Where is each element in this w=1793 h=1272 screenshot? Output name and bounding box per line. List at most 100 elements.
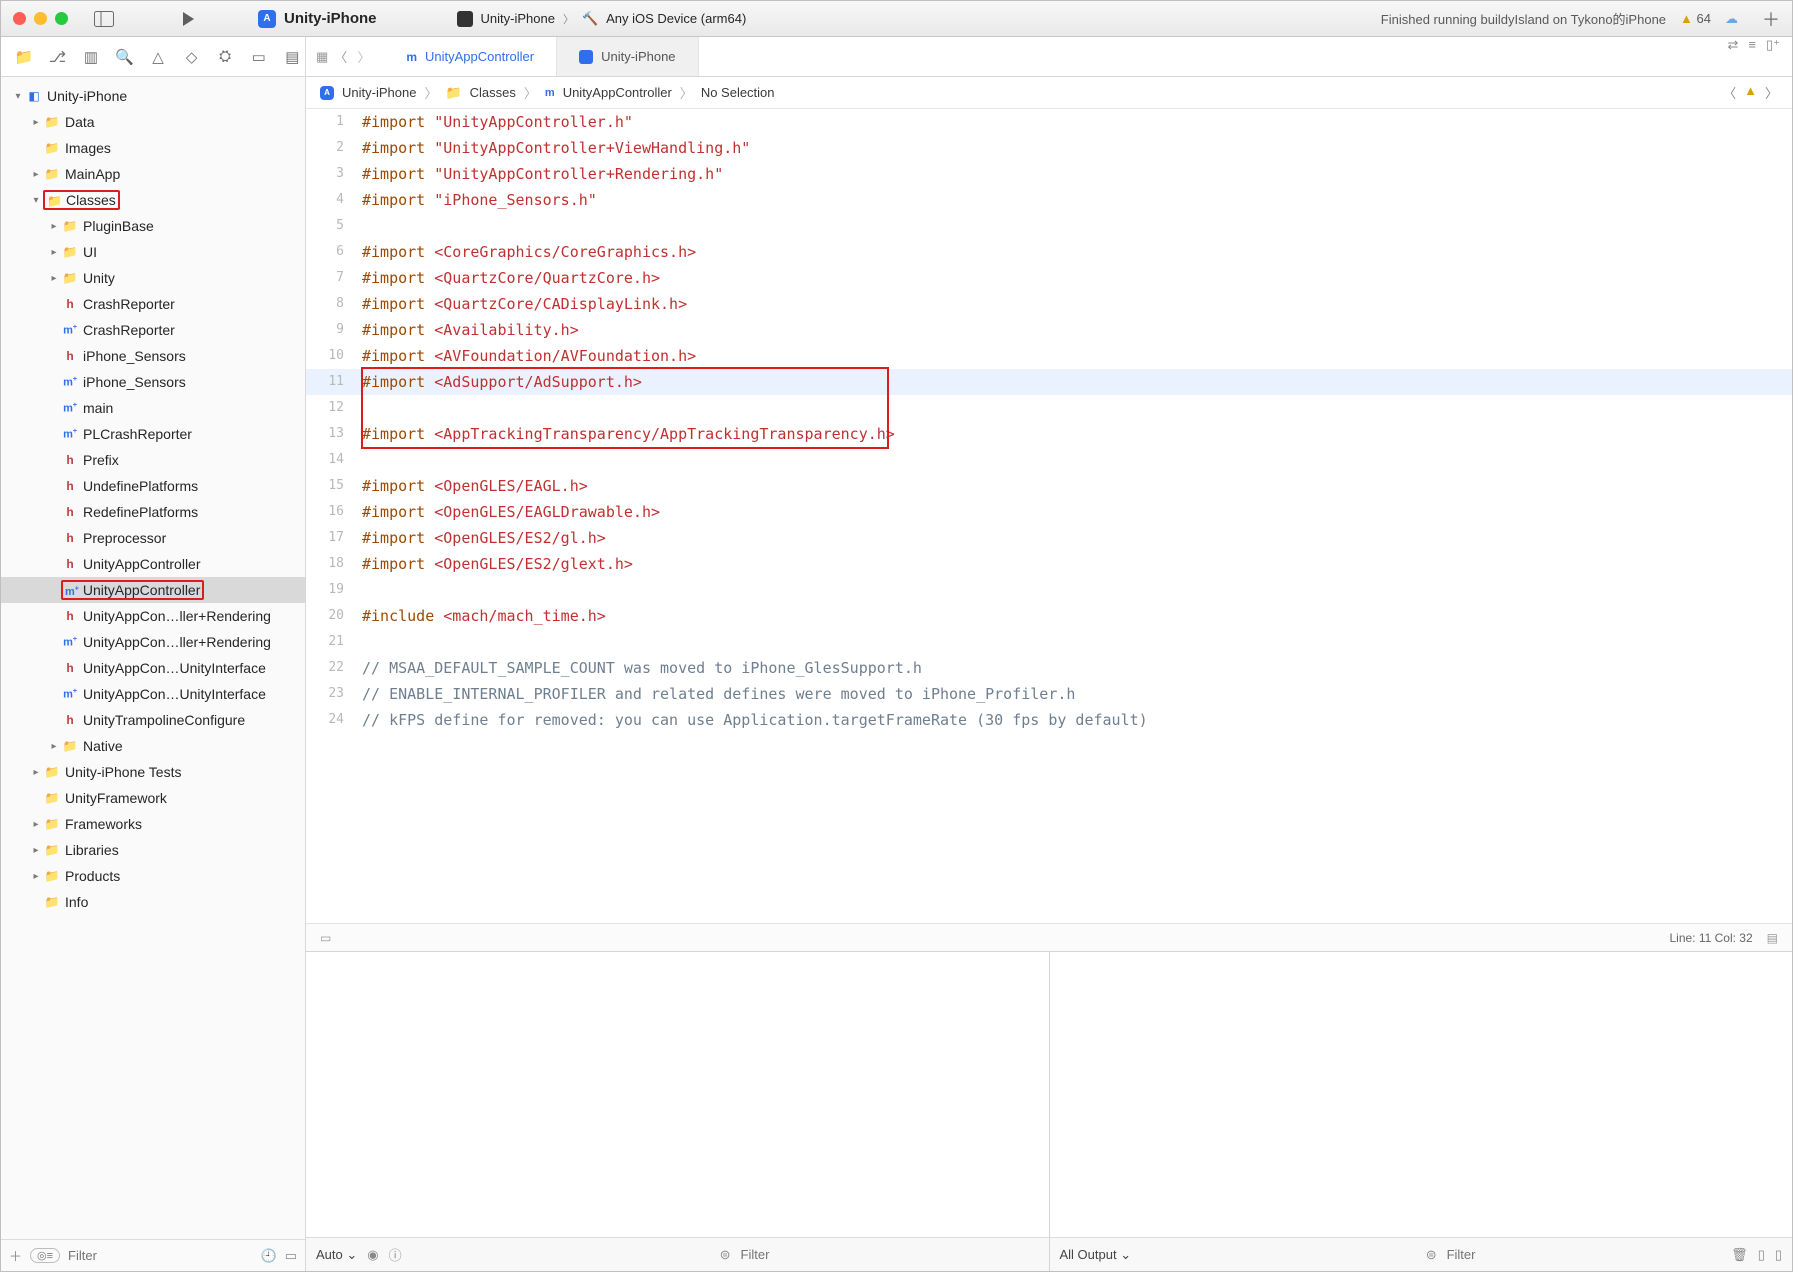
disclosure-triangle[interactable]: ▸ [47,741,61,752]
disclosure-triangle[interactable]: ▸ [29,117,43,128]
code-line[interactable]: 3#import "UnityAppController+Rendering.h… [306,161,1792,187]
tree-file[interactable]: hRedefinePlatforms [1,499,305,525]
console-filter-input[interactable] [1447,1247,1722,1262]
disclosure-triangle[interactable]: ▸ [29,819,43,830]
scm-filter-icon[interactable]: ▭ [285,1248,297,1264]
source-control-navigator-icon[interactable]: ⎇ [45,48,71,66]
tree-group[interactable]: ▸📁MainApp [1,161,305,187]
code-line[interactable]: 1#import "UnityAppController.h" [306,109,1792,135]
report-navigator-icon[interactable]: ▤ [280,48,306,66]
tree-file[interactable]: hPreprocessor [1,525,305,551]
clear-console-icon[interactable]: 🗑 [1731,1247,1748,1263]
tree-file[interactable]: hPrefix [1,447,305,473]
crumb-group[interactable]: Classes [470,85,516,100]
tree-group[interactable]: ▸📁Frameworks [1,811,305,837]
forward-button[interactable]: 〉 [353,47,374,66]
code-line[interactable]: 16#import <OpenGLES/EAGLDrawable.h> [306,499,1792,525]
hide-variables-icon[interactable]: ▯ [1758,1247,1765,1263]
code-line[interactable]: 18#import <OpenGLES/ES2/glext.h> [306,551,1792,577]
disclosure-triangle[interactable]: ▸ [47,221,61,232]
tree-group[interactable]: ▸📁UI [1,239,305,265]
code-line[interactable]: 8#import <QuartzCore/CADisplayLink.h> [306,291,1792,317]
tree-group[interactable]: ▸📁Data [1,109,305,135]
tree-group[interactable]: ▸📁Unity [1,265,305,291]
code-line[interactable]: 12 [306,395,1792,421]
zoom-window-button[interactable] [55,12,68,25]
minimize-window-button[interactable] [34,12,47,25]
tree-file[interactable]: m+CrashReporter [1,317,305,343]
back-button[interactable]: 〈 [330,47,351,66]
file-tree[interactable]: ▾◧Unity-iPhone▸📁Data📁Images▸📁MainApp▾📁Cl… [1,77,305,1239]
symbol-navigator-icon[interactable]: ▥ [78,48,104,66]
disclosure-triangle[interactable]: ▾ [29,195,43,206]
test-navigator-icon[interactable]: ◇ [179,48,205,66]
tree-group[interactable]: 📁Images [1,135,305,161]
code-line[interactable]: 20#include <mach/mach_time.h> [306,603,1792,629]
filter-input[interactable] [68,1248,252,1263]
run-destination[interactable]: Unity-iPhone 〉 🔨 Any iOS Device (arm64) [447,5,757,33]
disclosure-triangle[interactable]: ▸ [29,767,43,778]
tree-group[interactable]: ▾📁Classes [1,187,305,213]
tree-file[interactable]: m+main [1,395,305,421]
code-line[interactable]: 9#import <Availability.h> [306,317,1792,343]
tree-file[interactable]: hiPhone_Sensors [1,343,305,369]
minimap-toggle-icon[interactable]: ▤ [1767,931,1778,945]
tree-file[interactable]: m+iPhone_Sensors [1,369,305,395]
variables-filter-input[interactable] [741,1247,1039,1262]
disclosure-triangle[interactable]: ▸ [29,845,43,856]
code-line[interactable]: 6#import <CoreGraphics/CoreGraphics.h> [306,239,1792,265]
tree-file[interactable]: hUndefinePlatforms [1,473,305,499]
variables-scope-selector[interactable]: Auto ⌄ [316,1247,357,1263]
tree-file[interactable]: hCrashReporter [1,291,305,317]
tab-project[interactable]: Unity-iPhone [557,37,698,76]
disclosure-triangle[interactable]: ▸ [29,871,43,882]
crumb-selection[interactable]: No Selection [701,85,775,100]
related-items-icon[interactable]: ▦ [316,49,328,65]
tree-group[interactable]: ▸📁Products [1,863,305,889]
tree-file[interactable]: m+UnityAppController [1,577,305,603]
breakpoint-navigator-icon[interactable]: ▭ [246,48,272,66]
add-button[interactable]: ＋ [9,1246,22,1265]
code-line[interactable]: 14 [306,447,1792,473]
disclosure-triangle[interactable]: ▸ [47,273,61,284]
crumb-project[interactable]: Unity-iPhone [342,85,416,100]
warning-icon[interactable]: ▲ [1744,83,1757,102]
disclosure-triangle[interactable]: ▾ [11,91,25,102]
console-body[interactable] [1050,952,1793,1237]
tree-group[interactable]: 📁UnityFramework [1,785,305,811]
next-issue-icon[interactable]: 〉 [1765,83,1778,102]
run-button[interactable] [176,7,200,31]
sidebar-toggle-icon[interactable] [92,7,116,31]
tree-group[interactable]: ▸📁Native [1,733,305,759]
issue-navigator-icon[interactable]: △ [145,48,171,66]
crumb-file[interactable]: UnityAppController [563,85,672,100]
code-line[interactable]: 4#import "iPhone_Sensors.h" [306,187,1792,213]
add-tab-button[interactable]: ＋ [1762,6,1780,32]
tree-file[interactable]: hUnityAppController [1,551,305,577]
tree-group[interactable]: 📁Info [1,889,305,915]
code-line[interactable]: 21 [306,629,1792,655]
code-line[interactable]: 2#import "UnityAppController+ViewHandlin… [306,135,1792,161]
code-line[interactable]: 10#import <AVFoundation/AVFoundation.h> [306,343,1792,369]
tree-group[interactable]: ▸📁Libraries [1,837,305,863]
code-line[interactable]: 13#import <AppTrackingTransparency/AppTr… [306,421,1792,447]
disclosure-triangle[interactable]: ▸ [47,247,61,258]
scheme-selector[interactable]: A Unity-iPhone [248,5,387,33]
tree-group[interactable]: ▾◧Unity-iPhone [1,83,305,109]
tree-group[interactable]: ▸📁PluginBase [1,213,305,239]
code-line[interactable]: 7#import <QuartzCore/QuartzCore.h> [306,265,1792,291]
code-line[interactable]: 24// kFPS define for removed: you can us… [306,707,1792,733]
code-line[interactable]: 11#import <AdSupport/AdSupport.h> [306,369,1792,395]
code-line[interactable]: 5 [306,213,1792,239]
hide-console-icon[interactable]: ▯ [1775,1247,1782,1263]
tree-file[interactable]: hUnityAppCon…ller+Rendering [1,603,305,629]
quicklook-icon[interactable]: ◉ [367,1247,378,1263]
recents-filter-icon[interactable]: 🕘 [261,1248,277,1264]
code-line[interactable]: 17#import <OpenGLES/ES2/gl.h> [306,525,1792,551]
code-line[interactable]: 22// MSAA_DEFAULT_SAMPLE_COUNT was moved… [306,655,1792,681]
source-editor[interactable]: 1#import "UnityAppController.h"2#import … [306,109,1792,923]
tree-file[interactable]: m+PLCrashReporter [1,421,305,447]
disclosure-triangle[interactable]: ▸ [29,169,43,180]
code-line[interactable]: 19 [306,577,1792,603]
tree-file[interactable]: hUnityAppCon…UnityInterface [1,655,305,681]
